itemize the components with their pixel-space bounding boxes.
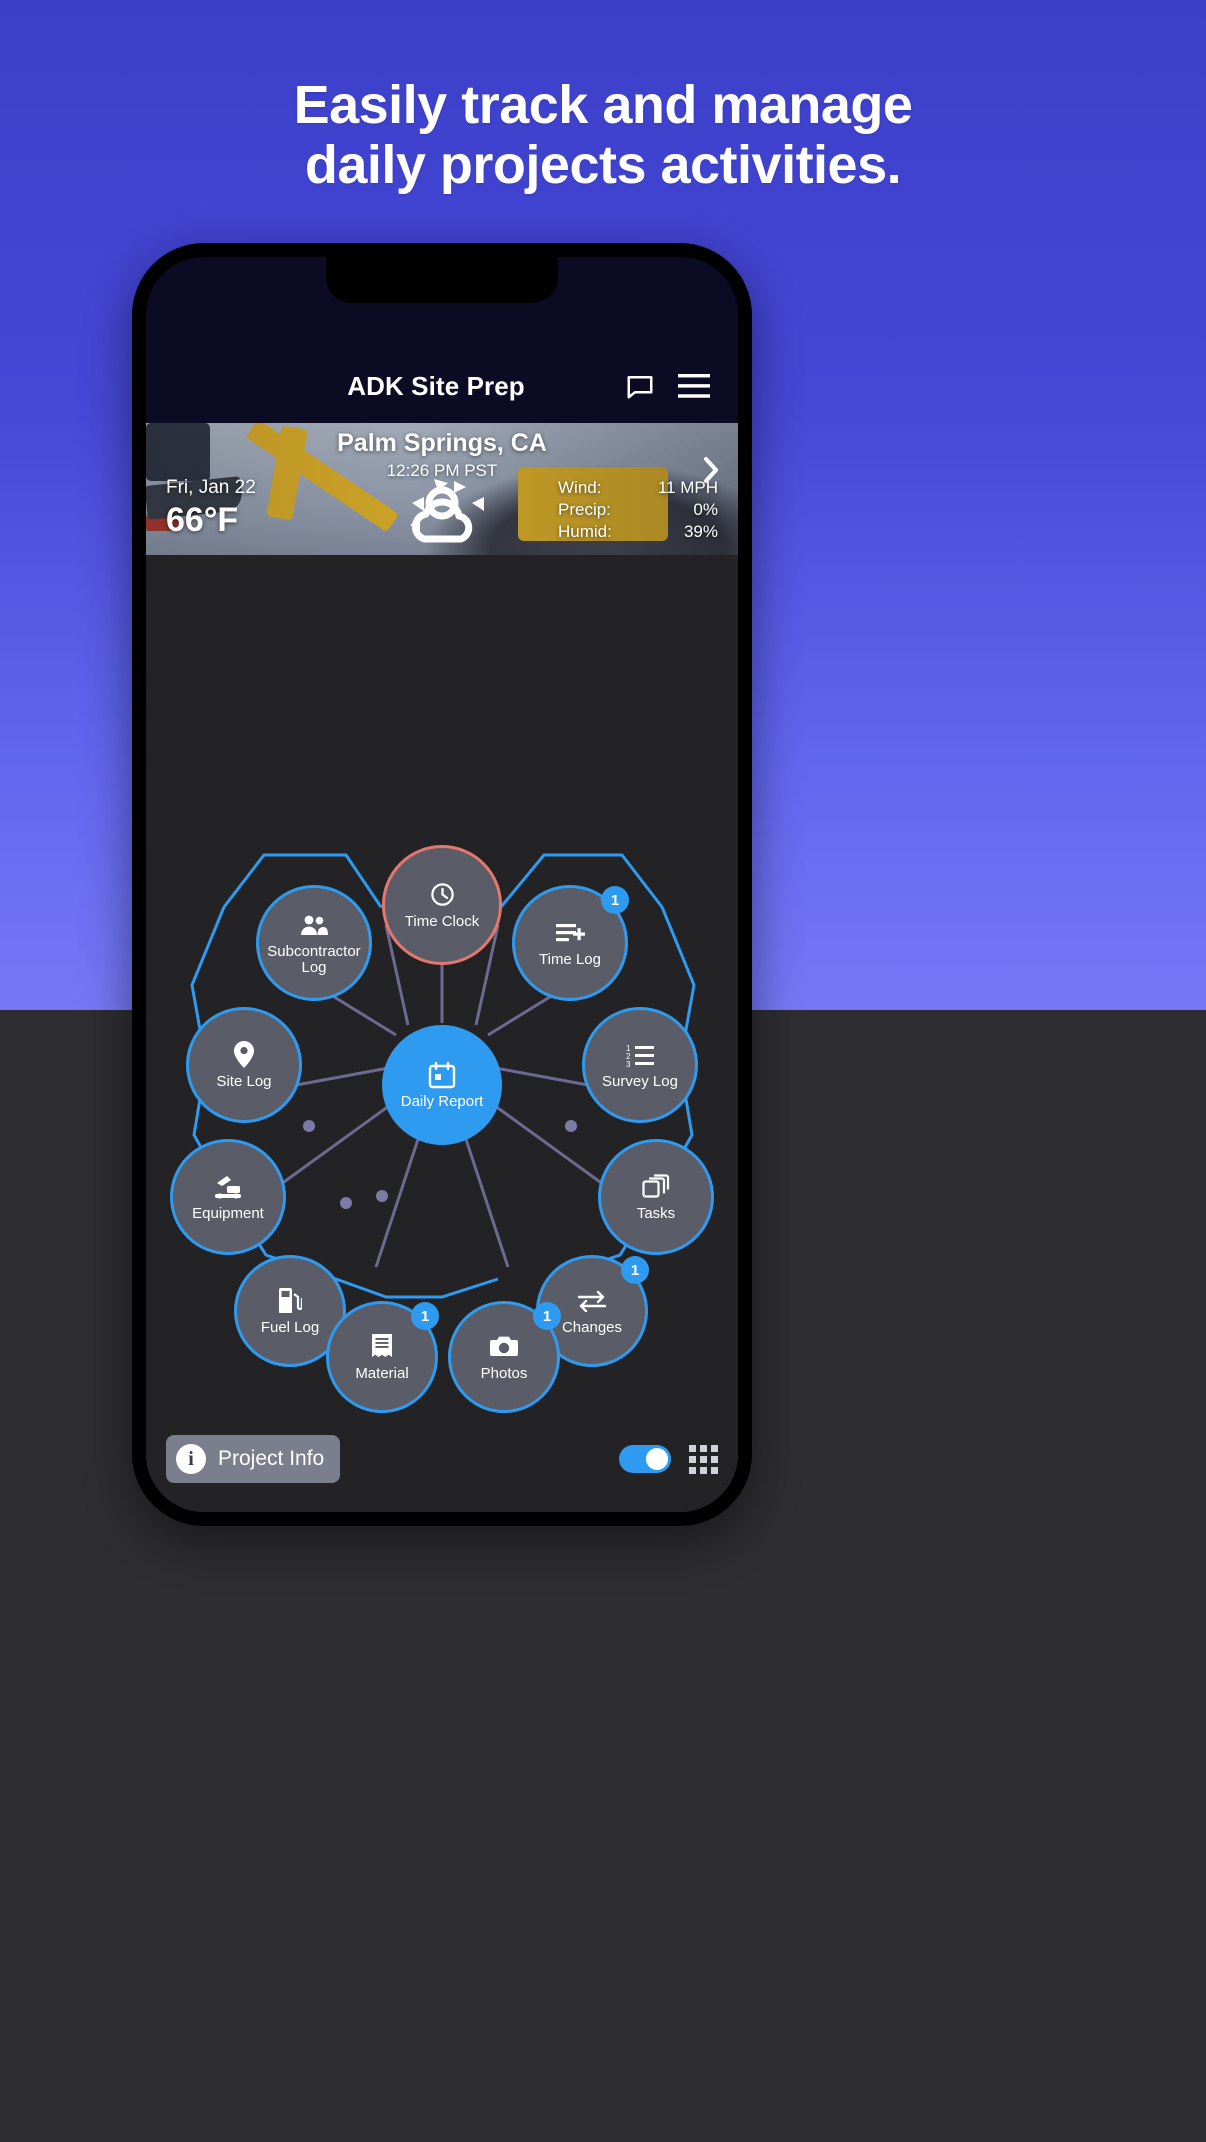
weather-city: Palm Springs, CA — [337, 429, 547, 457]
node-label: Time Log — [539, 950, 601, 968]
exchange-icon — [577, 1286, 607, 1316]
node-equipment[interactable]: Equipment — [170, 1139, 286, 1255]
weather-stat-row: Humid: 39% — [558, 521, 718, 543]
clock-icon — [427, 880, 457, 910]
grid-view-icon[interactable] — [689, 1444, 718, 1474]
weather-left-column: Fri, Jan 22 66°F — [166, 477, 256, 540]
node-material[interactable]: 1 Material — [326, 1301, 439, 1413]
node-subcontractor-log[interactable]: Subcontractor Log — [256, 885, 372, 1001]
camera-icon — [489, 1332, 519, 1362]
map-pin-icon — [229, 1040, 259, 1070]
node-badge: 1 — [533, 1302, 561, 1330]
weather-stat-value: 11 MPH — [657, 478, 718, 497]
hero-headline: Easily track and manage daily projects a… — [0, 75, 1206, 196]
node-time-log[interactable]: 1 Time Log — [512, 885, 629, 1001]
weather-temperature: 66°F — [166, 501, 239, 539]
node-badge: 1 — [601, 886, 629, 914]
node-site-log[interactable]: Site Log — [186, 1007, 302, 1123]
people-icon — [299, 910, 329, 940]
node-label: Subcontractor Log — [267, 942, 361, 976]
phone-notch — [326, 257, 558, 303]
node-label: Changes — [561, 1318, 623, 1336]
list-plus-icon — [555, 918, 585, 948]
node-badge: 1 — [411, 1302, 439, 1330]
node-label: Site Log — [216, 1072, 272, 1090]
phone-mockup: ADK Site Prep Palm Springs, CA 12:26 PM … — [132, 243, 752, 1526]
weather-card[interactable]: Palm Springs, CA 12:26 PM PST Fri, Jan 2… — [146, 423, 738, 555]
module-canvas: Time Clock Subcontractor Log 1 Time Log … — [146, 555, 738, 1512]
node-tasks[interactable]: Tasks — [598, 1139, 714, 1255]
node-label: Material — [355, 1364, 409, 1382]
headline-line-2: daily projects activities. — [304, 135, 902, 196]
node-label: Daily Report — [400, 1092, 484, 1110]
node-label: Photos — [480, 1364, 528, 1382]
node-label: Survey Log — [602, 1072, 678, 1090]
weather-stat-row: Wind: 11 MPH — [558, 477, 718, 499]
bottom-bar-controls — [619, 1444, 718, 1474]
weather-stat-label: Humid: — [558, 521, 612, 541]
node-time-clock[interactable]: Time Clock — [382, 845, 502, 965]
weather-stats: Wind: 11 MPH Precip: 0% Humid: 39% — [558, 477, 718, 542]
node-label: Time Clock — [404, 912, 480, 930]
weather-stat-row: Precip: 0% — [558, 499, 718, 521]
hamburger-menu-icon[interactable] — [674, 366, 714, 406]
headline-line-1: Easily track and manage — [293, 75, 913, 135]
receipt-icon — [367, 1332, 397, 1362]
excavator-icon — [213, 1172, 243, 1202]
partly-cloudy-icon — [392, 473, 492, 549]
node-label: Equipment — [192, 1204, 264, 1222]
node-badge: 1 — [621, 1256, 649, 1284]
project-info-label: Project Info — [218, 1447, 325, 1470]
ordered-list-icon: 1 2 3 — [625, 1040, 655, 1070]
fuel-pump-icon — [275, 1286, 305, 1316]
view-mode-toggle[interactable] — [619, 1445, 671, 1473]
svg-text:3: 3 — [626, 1060, 631, 1067]
node-daily-report[interactable]: Daily Report — [382, 1025, 502, 1145]
node-survey-log[interactable]: 1 2 3 Survey Log — [582, 1007, 698, 1123]
app-title: ADK Site Prep — [347, 370, 525, 401]
weather-date: Fri, Jan 22 — [166, 477, 256, 498]
node-label: Fuel Log — [260, 1318, 320, 1336]
weather-stat-label: Precip: — [558, 499, 611, 519]
weather-stat-value: 39% — [683, 521, 718, 541]
node-label: Tasks — [636, 1204, 676, 1222]
layers-icon — [641, 1172, 671, 1202]
project-info-button[interactable]: i Project Info — [166, 1435, 341, 1483]
message-icon[interactable] — [620, 366, 660, 406]
phone-screen: ADK Site Prep Palm Springs, CA 12:26 PM … — [146, 257, 738, 1512]
weather-stat-label: Wind: — [558, 478, 602, 497]
node-photos[interactable]: 1 Photos — [448, 1301, 561, 1413]
info-icon: i — [176, 1444, 206, 1474]
calendar-icon — [427, 1060, 457, 1090]
bottom-bar: i Project Info — [146, 1420, 738, 1512]
weather-stat-value: 0% — [693, 499, 718, 519]
